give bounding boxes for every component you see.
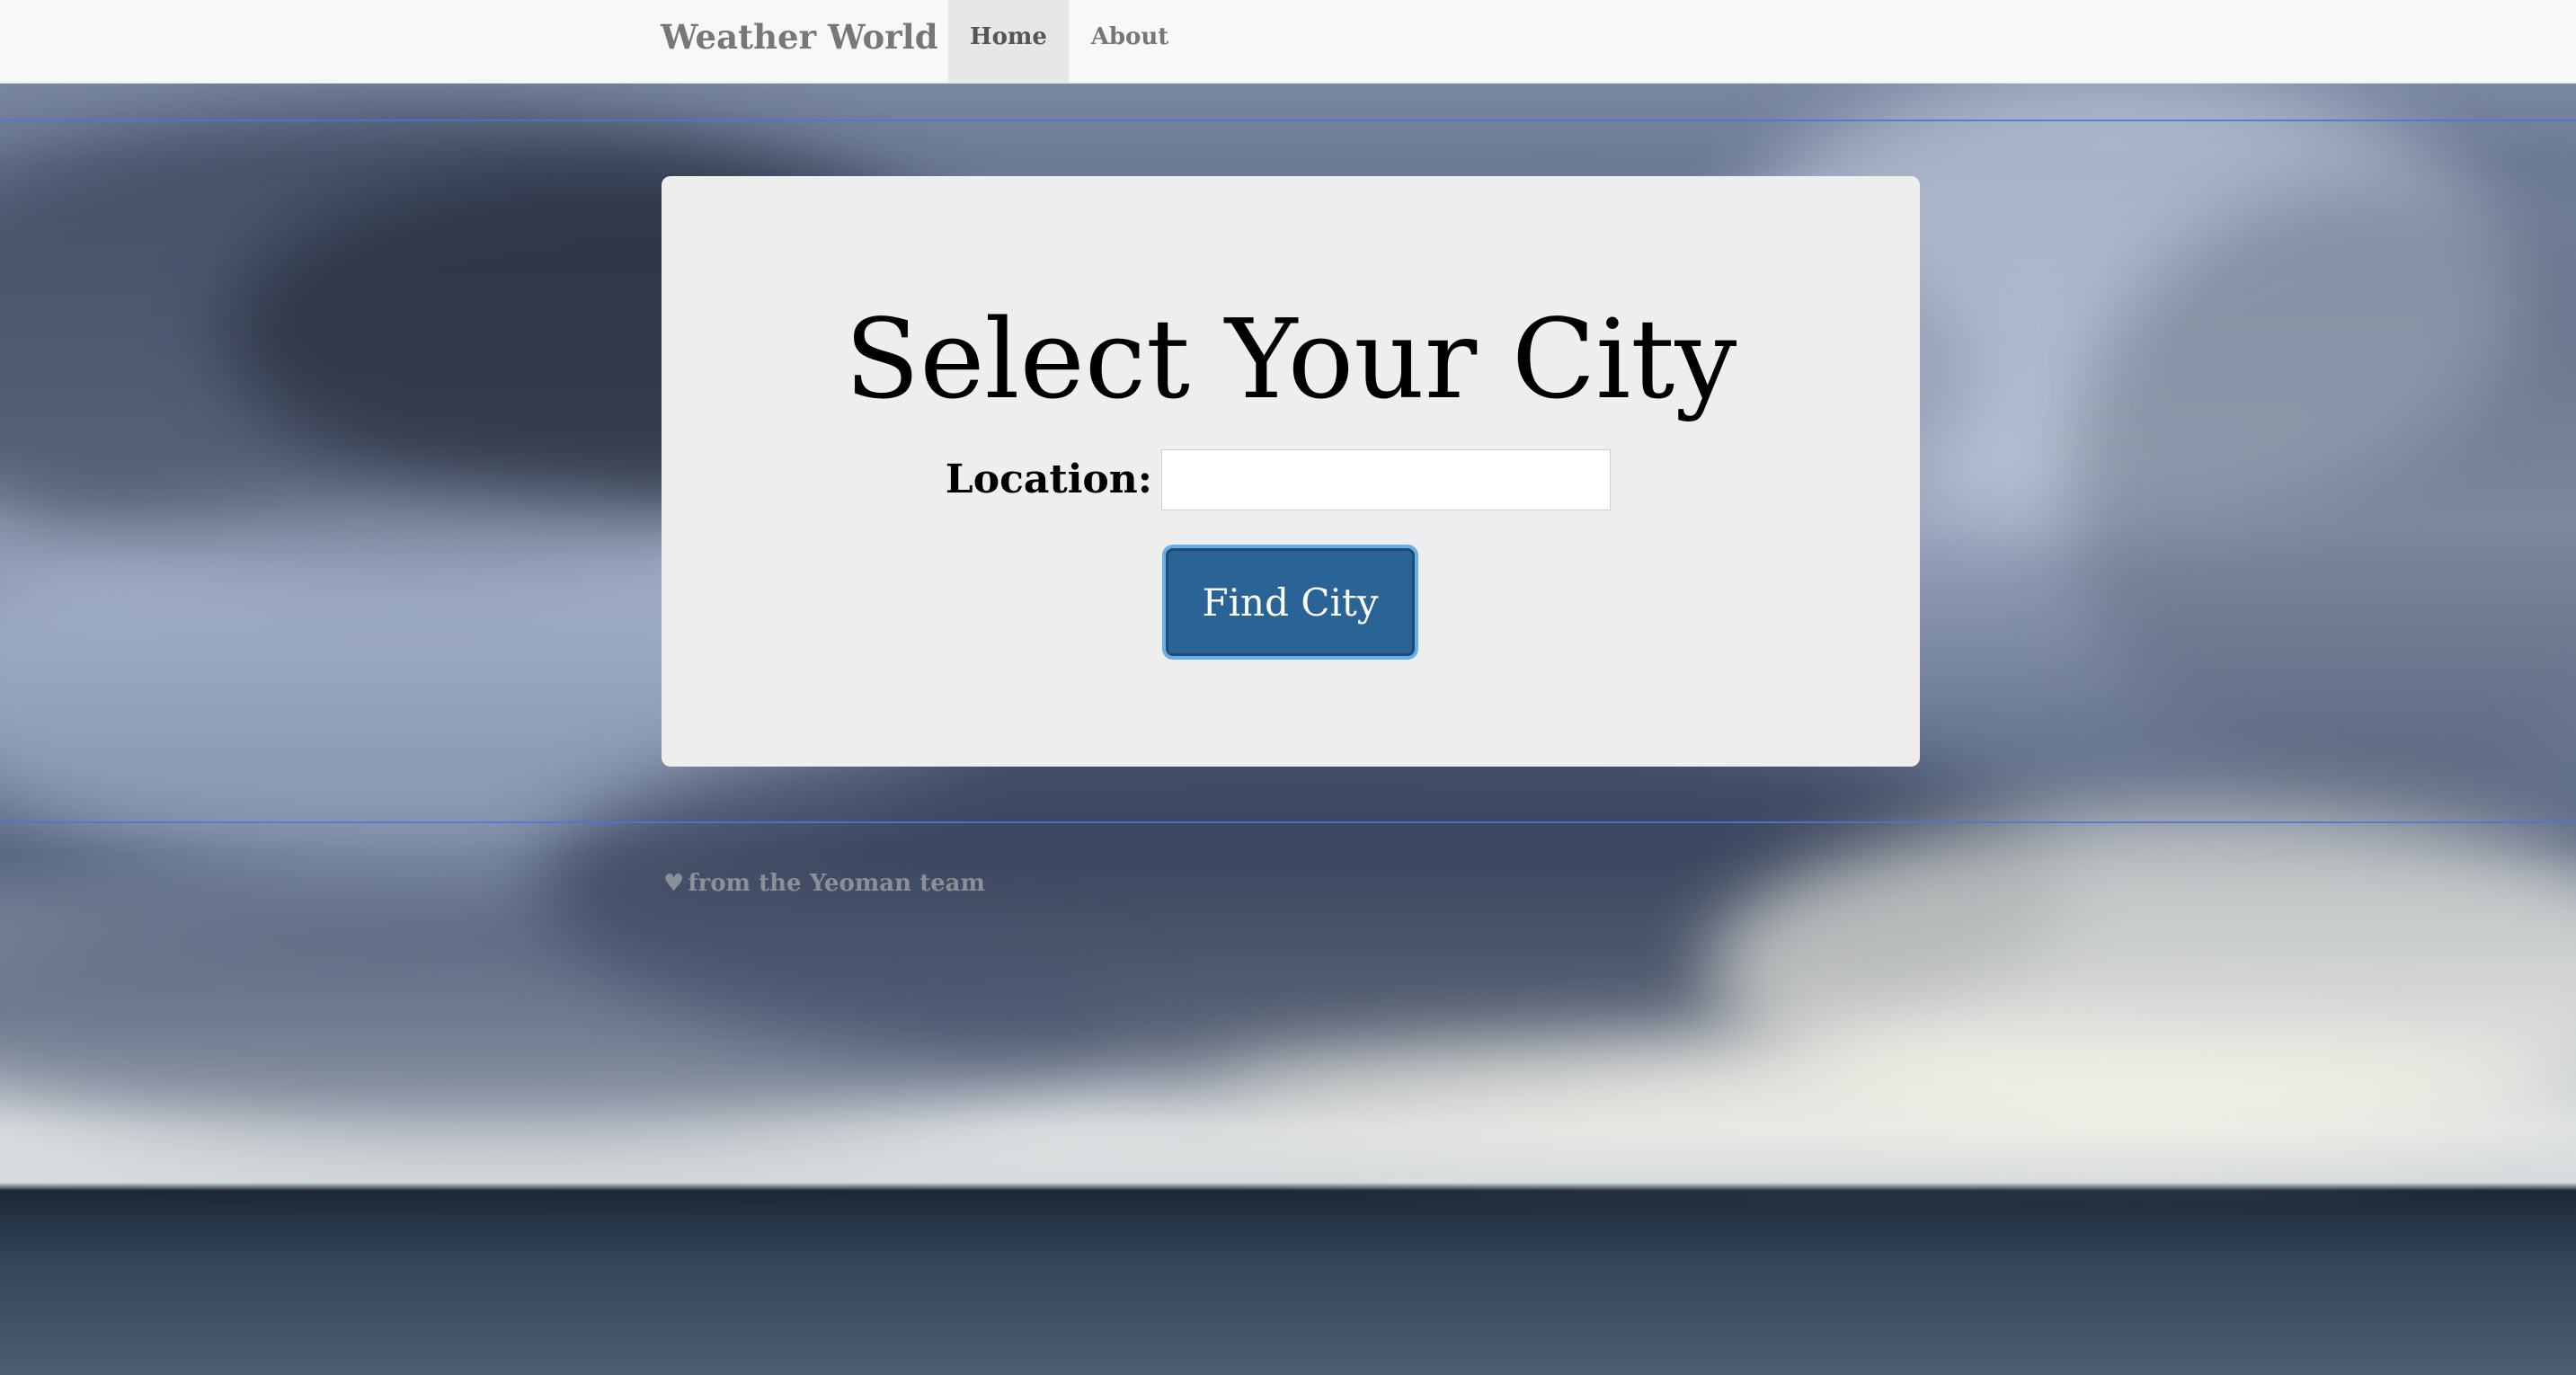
nav-home[interactable]: Home [948,0,1069,83]
guide-line-top [0,120,2576,121]
page-title: Select Your City [844,296,1737,423]
page-title-container: Select Your City [662,297,1920,422]
location-input[interactable] [1161,449,1611,510]
footer-text: from the Yeoman team [688,870,986,897]
find-city-button[interactable]: Find City [1166,548,1415,656]
location-label: Location: [945,457,1152,502]
heart-icon: ♥ [663,870,685,897]
nav-about[interactable]: About [1070,0,1190,83]
brand-link[interactable]: Weather World [661,0,938,74]
navbar: Weather World Home About [0,0,2576,84]
guide-line-bottom [0,821,2576,823]
footer: ♥ from the Yeoman team [663,868,985,899]
